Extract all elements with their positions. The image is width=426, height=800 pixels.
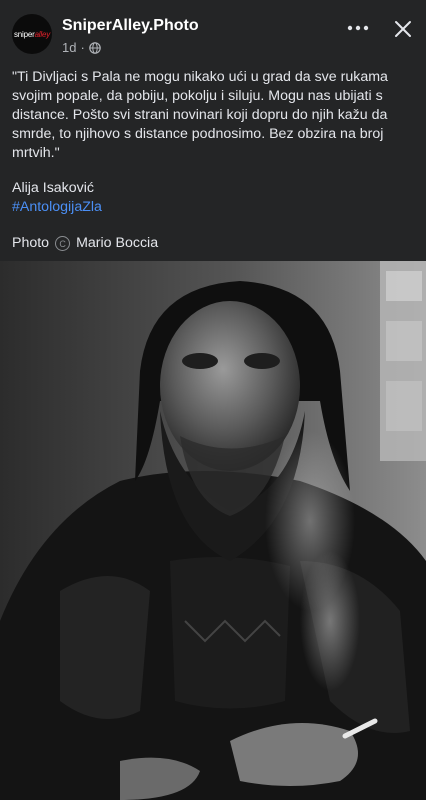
facebook-post: sniperalley SniperAlley.Photo 1d · "Ti D… (0, 0, 426, 800)
photo-credit: Photo C Mario Boccia (12, 235, 158, 251)
close-button[interactable] (390, 16, 416, 42)
more-options-button[interactable] (344, 18, 372, 38)
avatar-logo-part-2: alley (34, 29, 51, 39)
post-meta: 1d · (62, 40, 101, 55)
post-caption: "Ti Divljaci s Pala ne mogu nikako ući u… (12, 68, 416, 163)
quote-author: Alija Isaković (12, 180, 95, 196)
globe-icon (89, 41, 101, 54)
credit-prefix: Photo (12, 235, 50, 251)
caption-quote: "Ti Divljaci s Pala ne mogu nikako ući u… (12, 69, 388, 161)
page-name[interactable]: SniperAlley.Photo (62, 17, 199, 35)
post-time[interactable]: 1d (62, 40, 76, 55)
post-photo[interactable] (0, 261, 426, 800)
more-horizontal-icon (347, 25, 369, 31)
close-icon (395, 21, 411, 37)
hashtag-link[interactable]: #AntologijaZla (12, 199, 102, 215)
avatar-logo-part-1: sniper (13, 29, 35, 39)
avatar-logo: sniperalley (14, 30, 50, 39)
portrait-photo-image (0, 261, 426, 800)
meta-separator: · (80, 40, 85, 55)
credit-name: Mario Boccia (76, 235, 159, 251)
post-header: sniperalley SniperAlley.Photo 1d · (0, 0, 426, 60)
page-avatar[interactable]: sniperalley (12, 14, 52, 54)
copyright-icon: C (55, 235, 71, 251)
